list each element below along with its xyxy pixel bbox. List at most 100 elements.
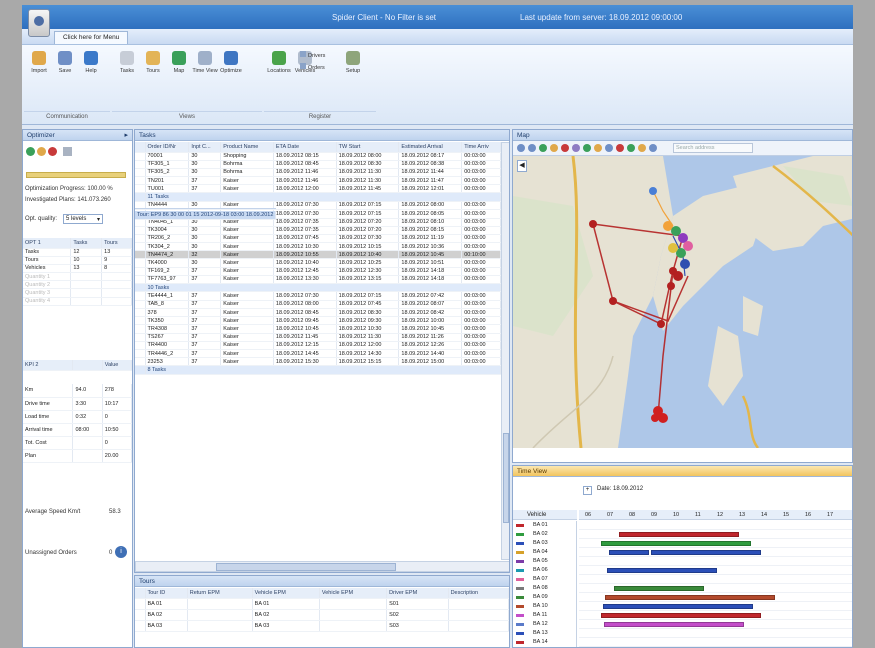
column-header[interactable]: Order ID/Nr <box>145 142 190 153</box>
row-selector[interactable] <box>135 341 146 351</box>
row-selector[interactable] <box>135 349 146 359</box>
map-pan-control[interactable]: ◀ <box>517 160 527 172</box>
row-selector[interactable] <box>135 609 146 621</box>
column-header[interactable]: ETA Date <box>273 142 337 153</box>
task-row[interactable]: 378 37 Kaiser 18.09.2012 08:45 18.09.2012 08… <box>135 308 501 318</box>
task-row[interactable]: TF305_1 30 Bohrma 18.09.2012 08:45 18.09.201… <box>135 160 501 169</box>
row-selector[interactable] <box>135 168 146 178</box>
row-selector[interactable] <box>135 267 146 276</box>
zoom-out-icon[interactable] <box>528 144 536 152</box>
column-header[interactable]: Return EPM <box>187 588 253 599</box>
tour-row[interactable]: BA 01 BA 01 S01 <box>135 598 509 610</box>
vehicle-row[interactable]: BA 03 <box>513 539 577 548</box>
row-selector[interactable] <box>135 598 146 610</box>
tour-bar[interactable] <box>614 586 704 591</box>
vehicle-row[interactable]: BA 13 <box>513 629 577 638</box>
time-view-button[interactable]: Time View <box>192 51 218 74</box>
route-icon[interactable] <box>572 144 580 152</box>
task-row[interactable]: TR4308 37 Kaiser 18.09.2012 10:45 18.09.2012… <box>135 324 501 334</box>
tour-group-row[interactable]: Tour: EP9 86 30 00 01 15 2012-09-18 03:0… <box>135 208 277 220</box>
map-view[interactable]: ◀ <box>513 156 852 448</box>
vehicle-row[interactable]: BA 09 <box>513 593 577 602</box>
drivers-button[interactable]: Drivers <box>300 51 330 59</box>
row-selector[interactable] <box>135 300 146 310</box>
help-button[interactable]: Help <box>78 51 104 74</box>
task-row[interactable]: TN4474_2 32 Kaiser 18.09.2012 10:55 18.09.20… <box>135 250 501 260</box>
task-row[interactable]: TK350 37 Kaiser 18.09.2012 09:45 18.09.2012 … <box>135 316 501 326</box>
start-icon[interactable] <box>26 147 35 156</box>
vehicle-row[interactable]: BA 11 <box>513 611 577 620</box>
settings-icon[interactable] <box>63 147 72 156</box>
map-search-input[interactable]: Search address <box>673 143 753 153</box>
row-selector[interactable] <box>135 324 146 334</box>
optimize-button[interactable]: Optimize <box>218 51 244 74</box>
task-row[interactable]: TK4000 30 Kaiser 18.09.2012 10:40 18.09.2012… <box>135 258 501 268</box>
task-row[interactable]: TF7763_97 37 Kaiser 18.09.2012 13:30 18.09.2… <box>135 275 501 285</box>
setup-button[interactable]: Setup <box>340 51 366 74</box>
flag-icon[interactable] <box>616 144 624 152</box>
task-row[interactable]: TE4444_1 37 Kaiser 18.09.2012 07:30 18.09.20… <box>135 292 501 301</box>
column-header[interactable]: Driver EPM <box>386 588 449 599</box>
tour-row[interactable]: BA 02 BA 02 S02 <box>135 609 509 621</box>
column-header[interactable]: Vehicle EPM <box>319 588 388 599</box>
tasks-horizontal-thumb[interactable] <box>216 563 396 571</box>
column-header[interactable]: Product Name <box>220 142 274 153</box>
row-selector[interactable] <box>135 242 146 252</box>
task-row[interactable]: TR206_2 30 Kaiser 18.09.2012 07:45 18.09.201… <box>135 234 501 244</box>
vehicle-row[interactable]: BA 02 <box>513 530 577 539</box>
vehicle-row[interactable]: BA 04 <box>513 548 577 557</box>
column-header[interactable]: Inpt C... <box>188 142 222 153</box>
tour-bar[interactable] <box>609 550 649 555</box>
layer-icon[interactable] <box>583 144 591 152</box>
pin-icon[interactable] <box>594 144 602 152</box>
task-row[interactable]: TF169_2 37 Kaiser 18.09.2012 12:45 18.09.201… <box>135 267 501 276</box>
map-button[interactable]: Map <box>166 51 192 74</box>
task-row[interactable]: TK3004 30 Kaiser 18.09.2012 07:35 18.09.2012… <box>135 226 501 235</box>
tour-bar[interactable] <box>607 568 717 573</box>
row-selector[interactable] <box>135 316 146 326</box>
task-row[interactable]: TAB_8 37 Kaiser 18.09.2012 08:00 18.09.2012 … <box>135 300 501 310</box>
tour-bar[interactable] <box>601 613 761 618</box>
tour-bar[interactable] <box>604 622 744 627</box>
tours-button[interactable]: Tours <box>140 51 166 74</box>
vehicle-row[interactable]: BA 05 <box>513 557 577 566</box>
pause-icon[interactable] <box>37 147 46 156</box>
import-button[interactable]: Import <box>26 51 52 74</box>
tasks-vertical-scrollbar[interactable] <box>501 142 509 560</box>
tour-bar[interactable] <box>601 541 751 546</box>
column-header[interactable]: Tour ID <box>145 588 188 599</box>
help-icon[interactable] <box>649 144 657 152</box>
marker-icon[interactable] <box>561 144 569 152</box>
orders-button[interactable]: Orders <box>300 63 330 71</box>
info-icon[interactable]: i <box>115 546 127 558</box>
task-row[interactable]: TN201 37 Kaiser 18.09.2012 11:46 18.09.2012 … <box>135 176 501 186</box>
column-header[interactable]: Estimated Arrival <box>398 142 463 153</box>
task-row[interactable]: TR4446_2 37 Kaiser 18.09.2012 14:45 18.09.20… <box>135 349 501 359</box>
vehicle-row[interactable]: BA 08 <box>513 584 577 593</box>
globe-icon[interactable] <box>539 144 547 152</box>
zoom-in-icon[interactable] <box>517 144 525 152</box>
opt-quality-select[interactable]: 5 levels ▾ <box>63 214 103 224</box>
stop-icon[interactable] <box>48 147 57 156</box>
tasks-horizontal-scrollbar[interactable] <box>135 561 509 572</box>
task-row[interactable]: TR4400 37 Kaiser 18.09.2012 12:15 18.09.2012… <box>135 341 501 351</box>
row-selector[interactable] <box>135 226 146 235</box>
vehicle-icon[interactable] <box>627 144 635 152</box>
task-row[interactable]: TF305_2 30 Bohrma 18.09.2012 11:46 18.09.201… <box>135 168 501 178</box>
task-row[interactable]: TK304_2 30 Kaiser 18.09.2012 10:30 18.09.201… <box>135 242 501 252</box>
task-row[interactable]: 70001 30 Shopping 18.09.2012 08:15 18.09.201… <box>135 152 501 161</box>
tour-bar[interactable] <box>651 550 761 555</box>
tour-bar[interactable] <box>619 532 739 537</box>
row-selector[interactable] <box>135 333 146 342</box>
task-row[interactable]: TS267 37 Kaiser 18.09.2012 11:45 18.09.2012 … <box>135 333 501 342</box>
folder-icon[interactable] <box>550 144 558 152</box>
row-selector[interactable] <box>135 292 146 301</box>
tour-row[interactable]: BA 03 BA 03 S03 <box>135 620 509 632</box>
menu-tab[interactable]: Click here for Menu <box>54 31 129 44</box>
vehicle-row[interactable]: BA 07 <box>513 575 577 584</box>
measure-icon[interactable] <box>605 144 613 152</box>
pin-icon[interactable]: ▸ <box>124 131 128 139</box>
column-header[interactable]: Description <box>448 588 509 599</box>
row-selector[interactable] <box>135 152 146 161</box>
tour-bar[interactable] <box>605 595 775 600</box>
